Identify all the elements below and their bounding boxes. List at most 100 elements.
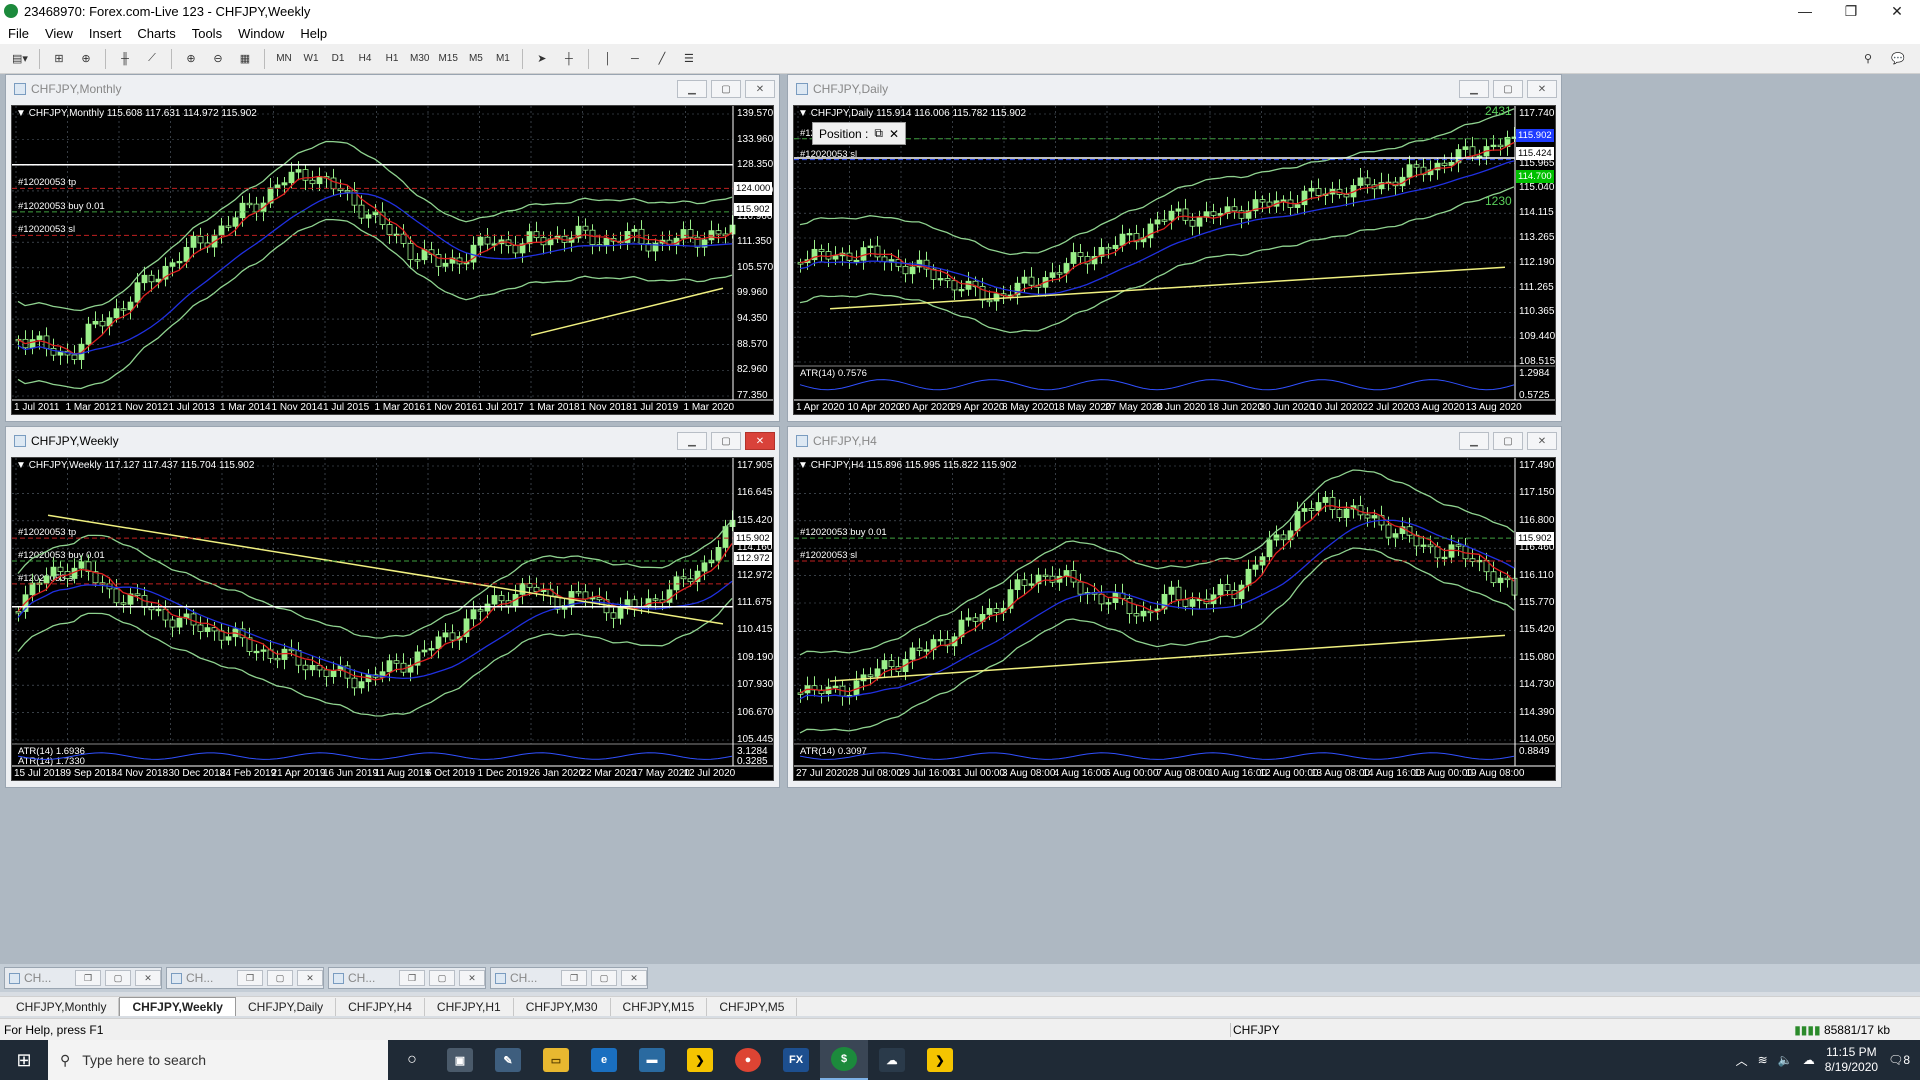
zoom-in-icon[interactable]: ⊕ [179, 48, 203, 70]
time-axis[interactable]: 27 Jul 2020 28 Jul 08:00 29 Jul 16:00 31 Ju… [794, 766, 1555, 780]
minimized-chart-window[interactable]: CH... ❐ ▢ ✕ [328, 967, 486, 989]
search-icon[interactable]: ⚲ [1856, 48, 1880, 70]
file-explorer-icon[interactable]: ▭ [532, 1040, 580, 1080]
volume-icon[interactable]: 🔈 [1778, 1053, 1793, 1067]
menu-insert[interactable]: Insert [81, 26, 130, 41]
price-axis[interactable]: 117.490 117.150 116.800 116.460 116.110 115.7… [1515, 458, 1555, 745]
timeframe-mn[interactable]: MN [272, 48, 296, 70]
crosshair-target-icon[interactable]: ⊕ [74, 48, 98, 70]
new-chart-icon[interactable]: ▤▾ [8, 48, 32, 70]
close-button[interactable]: ✕ [135, 970, 161, 986]
maximize-button[interactable]: ▢ [267, 970, 293, 986]
timeframe-h1[interactable]: H1 [380, 48, 404, 70]
price-axis[interactable]: 117.740116.815115.965115.040114.115113.2… [1515, 106, 1555, 367]
minimized-chart-window[interactable]: CH... ❐ ▢ ✕ [4, 967, 162, 989]
task-view-icon[interactable]: ○ [388, 1040, 436, 1080]
minimized-chart-window[interactable]: CH... ❐ ▢ ✕ [166, 967, 324, 989]
chart-maximize-button[interactable]: ▢ [711, 432, 741, 450]
vertical-line-icon[interactable]: │ [596, 48, 620, 70]
chart-minimize-button[interactable]: ▁ [1459, 80, 1489, 98]
chart-window-h4[interactable]: CHFJPY,H4 ▁ ▢ ✕ #12020053 buy 0.01 #120200… [787, 426, 1562, 788]
chart-window-monthly[interactable]: CHFJPY,Monthly ▁ ▢ ✕ #12020053 tp #1202005… [5, 74, 780, 422]
onedrive-icon[interactable]: ☁ [1803, 1053, 1815, 1067]
minimized-chart-window[interactable]: CH... ❐ ▢ ✕ [490, 967, 648, 989]
cursor-icon[interactable]: ➤ [530, 48, 554, 70]
price-axis[interactable]: 139.570133.960128.350122.570116.960111.3… [733, 106, 773, 401]
timeframe-m30[interactable]: M30 [407, 48, 432, 70]
position-panel[interactable]: Position : ⧉ ✕ [812, 122, 906, 145]
chart-tab[interactable]: CHFJPY,M5 [707, 998, 798, 1016]
wifi-icon[interactable]: ≋ [1758, 1053, 1768, 1067]
notification-icon[interactable]: 🗨8 [1888, 1053, 1910, 1067]
timeframe-m5[interactable]: M5 [464, 48, 488, 70]
chart-window-titlebar[interactable]: CHFJPY,Weekly ▁ ▢ ✕ [6, 427, 779, 455]
chart-tab[interactable]: CHFJPY,M30 [514, 998, 611, 1016]
fx-app-icon[interactable]: FX [772, 1040, 820, 1080]
chart-tab[interactable]: CHFJPY,Daily [236, 998, 337, 1016]
chart-plot-area[interactable]: #12020053 tp #12020053 buy 0.01 #12020053 … [11, 457, 774, 781]
minimize-button[interactable]: — [1782, 0, 1828, 22]
close-button[interactable]: ✕ [459, 970, 485, 986]
menu-tools[interactable]: Tools [184, 26, 230, 41]
restore-button[interactable]: ❐ [561, 970, 587, 986]
time-axis[interactable]: 15 Jul 2018 9 Sep 2018 4 Nov 2018 30 Dec 20… [12, 766, 773, 780]
chart-window-titlebar[interactable]: CHFJPY,Monthly ▁ ▢ ✕ [6, 75, 779, 103]
chart-plot-area[interactable]: #12020053 buy 0.01#12020053 slATR(14) 0.… [793, 457, 1556, 781]
timeframe-m1[interactable]: M1 [491, 48, 515, 70]
restore-button[interactable]: ❐ [237, 970, 263, 986]
zoom-out-icon[interactable]: ⊖ [206, 48, 230, 70]
collapse-triangle-icon[interactable]: ▼ [798, 460, 811, 471]
time-axis[interactable]: 1 Apr 2020 10 Apr 2020 20 Apr 2020 29 Apr 2… [794, 400, 1555, 414]
crosshair-icon[interactable]: ┼ [557, 48, 581, 70]
close-icon[interactable]: ✕ [889, 127, 899, 141]
channel-icon[interactable]: ☰ [677, 48, 701, 70]
chart-plot-area[interactable]: #12020053 tp #12020053 buy 0.01 #12020053 … [11, 105, 774, 415]
chart-minimize-button[interactable]: ▁ [1459, 432, 1489, 450]
chart-tab[interactable]: CHFJPY,H4 [336, 998, 425, 1016]
chart-maximize-button[interactable]: ▢ [1493, 432, 1523, 450]
time-axis[interactable]: 1 Jul 2011 1 Mar 2012 1 Nov 2012 1 Jul 2013… [12, 400, 773, 414]
chart-window-daily[interactable]: CHFJPY,Daily ▁ ▢ ✕#12020053 buy 0.01#120… [787, 74, 1562, 422]
profiles-icon[interactable]: ⊞ [47, 48, 71, 70]
close-button[interactable]: ✕ [621, 970, 647, 986]
chart-plot-area[interactable]: #12020053 buy 0.01#12020053 slATR(14) 0.… [793, 105, 1556, 415]
restore-button[interactable]: ❐ [399, 970, 425, 986]
menu-charts[interactable]: Charts [129, 26, 183, 41]
metatrader-icon[interactable]: $ [820, 1040, 868, 1080]
maximize-button[interactable]: ▢ [429, 970, 455, 986]
tile-windows-icon[interactable]: ▦ [233, 48, 257, 70]
trendline-icon[interactable]: ╱ [650, 48, 674, 70]
edge-browser-icon[interactable]: e [580, 1040, 628, 1080]
tray-up-icon[interactable]: ︿ [1736, 1052, 1748, 1069]
app-icon-1[interactable]: ▣ [436, 1040, 484, 1080]
chart-minimize-button[interactable]: ▁ [677, 432, 707, 450]
chat-icon[interactable]: 💬 [1886, 48, 1910, 70]
line-chart-icon[interactable]: ⟋ [140, 48, 164, 70]
menu-help[interactable]: Help [292, 26, 335, 41]
timeframe-d1[interactable]: D1 [326, 48, 350, 70]
popout-icon[interactable]: ⧉ [874, 126, 883, 141]
windows-start-icon[interactable]: ⊞ [0, 1040, 48, 1080]
maximize-button[interactable]: ▢ [105, 970, 131, 986]
app-icon-5[interactable]: ❯ [916, 1040, 964, 1080]
collapse-triangle-icon[interactable]: ▼ [16, 460, 29, 471]
maximize-button[interactable]: ▢ [591, 970, 617, 986]
chart-close-button[interactable]: ✕ [1527, 80, 1557, 98]
close-button[interactable]: ✕ [1874, 0, 1920, 22]
chart-tab[interactable]: CHFJPY,H1 [425, 998, 514, 1016]
cloud-app-icon[interactable]: ☁ [868, 1040, 916, 1080]
chart-tab[interactable]: CHFJPY,Monthly [4, 998, 120, 1016]
chart-maximize-button[interactable]: ▢ [711, 80, 741, 98]
horizontal-line-icon[interactable]: ─ [623, 48, 647, 70]
clock[interactable]: 11:15 PM 8/19/2020 [1825, 1045, 1878, 1075]
chart-tab[interactable]: CHFJPY,Weekly [119, 997, 236, 1016]
maximize-button[interactable]: ❐ [1828, 0, 1874, 22]
menu-view[interactable]: View [37, 26, 81, 41]
menu-window[interactable]: Window [230, 26, 292, 41]
collapse-triangle-icon[interactable]: ▼ [798, 108, 811, 119]
chart-maximize-button[interactable]: ▢ [1493, 80, 1523, 98]
app-icon-2[interactable]: ✎ [484, 1040, 532, 1080]
timeframe-m15[interactable]: M15 [435, 48, 460, 70]
timeframe-w1[interactable]: W1 [299, 48, 323, 70]
timeframe-h4[interactable]: H4 [353, 48, 377, 70]
